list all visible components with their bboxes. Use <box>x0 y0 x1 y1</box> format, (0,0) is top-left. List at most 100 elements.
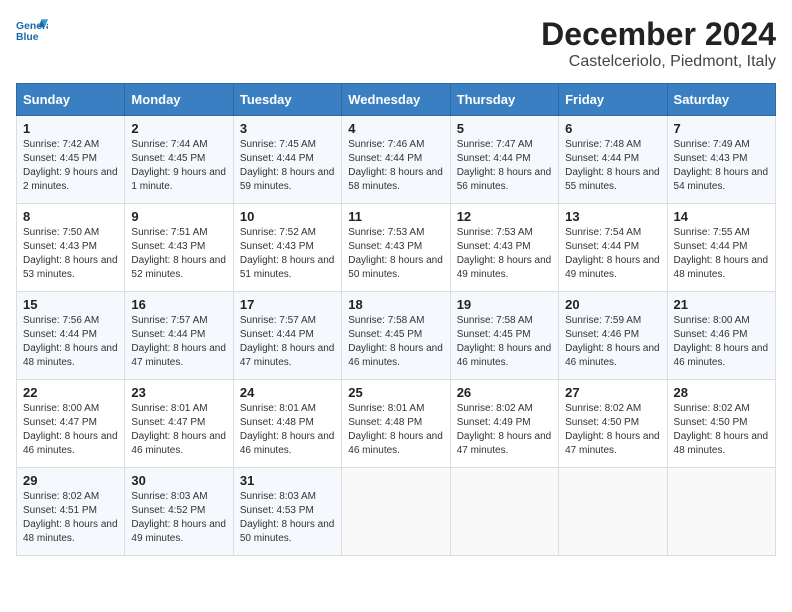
day-number: 5 <box>457 121 552 136</box>
day-cell: 21Sunrise: 8:00 AMSunset: 4:46 PMDayligh… <box>667 292 775 380</box>
title-area: December 2024 Castelceriolo, Piedmont, I… <box>541 16 776 71</box>
col-header-tuesday: Tuesday <box>233 84 341 116</box>
day-cell: 14Sunrise: 7:55 AMSunset: 4:44 PMDayligh… <box>667 204 775 292</box>
day-number: 6 <box>565 121 660 136</box>
day-number: 27 <box>565 385 660 400</box>
day-info: Sunrise: 7:42 AMSunset: 4:45 PMDaylight:… <box>23 138 118 194</box>
day-number: 31 <box>240 473 335 488</box>
day-info: Sunrise: 7:52 AMSunset: 4:43 PMDaylight:… <box>240 226 335 282</box>
day-number: 20 <box>565 297 660 312</box>
day-info: Sunrise: 8:00 AMSunset: 4:47 PMDaylight:… <box>23 402 118 458</box>
day-number: 21 <box>674 297 769 312</box>
col-header-sunday: Sunday <box>17 84 125 116</box>
day-number: 2 <box>131 121 226 136</box>
header: General Blue December 2024 Castelceriolo… <box>16 16 776 71</box>
day-info: Sunrise: 7:44 AMSunset: 4:45 PMDaylight:… <box>131 138 226 194</box>
day-number: 4 <box>348 121 443 136</box>
day-number: 7 <box>674 121 769 136</box>
day-number: 22 <box>23 385 118 400</box>
day-cell: 13 Sunrise: 7:54 AMSunset: 4:44 PMDayligh… <box>559 204 667 292</box>
day-info: Sunrise: 7:53 AMSunset: 4:43 PMDaylight:… <box>348 226 443 282</box>
header-row: SundayMondayTuesdayWednesdayThursdayFrid… <box>17 84 776 116</box>
day-cell: 2 Sunrise: 7:44 AMSunset: 4:45 PMDaylight… <box>125 116 233 204</box>
day-cell: 25 Sunrise: 8:01 AMSunset: 4:48 PMDayligh… <box>342 380 450 468</box>
day-info: Sunrise: 7:48 AMSunset: 4:44 PMDaylight:… <box>565 138 660 194</box>
day-cell <box>342 468 450 556</box>
day-cell: 18Sunrise: 7:58 AMSunset: 4:45 PMDayligh… <box>342 292 450 380</box>
day-info: Sunrise: 7:55 AMSunset: 4:44 PMDaylight:… <box>674 226 769 282</box>
day-number: 8 <box>23 209 118 224</box>
day-cell: 23 Sunrise: 8:01 AMSunset: 4:47 PMDayligh… <box>125 380 233 468</box>
day-info: Sunrise: 7:47 AMSunset: 4:44 PMDaylight:… <box>457 138 552 194</box>
day-cell: 9Sunrise: 7:51 AMSunset: 4:43 PMDaylight… <box>125 204 233 292</box>
day-number: 18 <box>348 297 443 312</box>
day-cell: 12 Sunrise: 7:53 AMSunset: 4:43 PMDayligh… <box>450 204 558 292</box>
day-cell: 10Sunrise: 7:52 AMSunset: 4:43 PMDayligh… <box>233 204 341 292</box>
day-cell: 19 Sunrise: 7:58 AMSunset: 4:45 PMDayligh… <box>450 292 558 380</box>
day-number: 9 <box>131 209 226 224</box>
day-cell: 28 Sunrise: 8:02 AMSunset: 4:50 PMDayligh… <box>667 380 775 468</box>
day-cell: 1Sunrise: 7:42 AMSunset: 4:45 PMDaylight… <box>17 116 125 204</box>
day-number: 28 <box>674 385 769 400</box>
week-row-5: 29 Sunrise: 8:02 AMSunset: 4:51 PMDayligh… <box>17 468 776 556</box>
day-cell: 22 Sunrise: 8:00 AMSunset: 4:47 PMDayligh… <box>17 380 125 468</box>
col-header-saturday: Saturday <box>667 84 775 116</box>
day-cell: 11 Sunrise: 7:53 AMSunset: 4:43 PMDayligh… <box>342 204 450 292</box>
calendar-table: SundayMondayTuesdayWednesdayThursdayFrid… <box>16 83 776 556</box>
day-info: Sunrise: 8:02 AMSunset: 4:49 PMDaylight:… <box>457 402 552 458</box>
day-number: 24 <box>240 385 335 400</box>
location-title: Castelceriolo, Piedmont, Italy <box>541 53 776 71</box>
day-number: 11 <box>348 209 443 224</box>
logo-icon: General Blue <box>16 16 48 48</box>
day-info: Sunrise: 8:01 AMSunset: 4:47 PMDaylight:… <box>131 402 226 458</box>
day-cell: 7 Sunrise: 7:49 AMSunset: 4:43 PMDaylight… <box>667 116 775 204</box>
day-info: Sunrise: 8:02 AMSunset: 4:51 PMDaylight:… <box>23 490 118 546</box>
week-row-4: 22 Sunrise: 8:00 AMSunset: 4:47 PMDayligh… <box>17 380 776 468</box>
day-number: 26 <box>457 385 552 400</box>
week-row-1: 1Sunrise: 7:42 AMSunset: 4:45 PMDaylight… <box>17 116 776 204</box>
day-info: Sunrise: 7:46 AMSunset: 4:44 PMDaylight:… <box>348 138 443 194</box>
day-cell: 24Sunrise: 8:01 AMSunset: 4:48 PMDayligh… <box>233 380 341 468</box>
col-header-monday: Monday <box>125 84 233 116</box>
day-info: Sunrise: 8:01 AMSunset: 4:48 PMDaylight:… <box>348 402 443 458</box>
day-number: 16 <box>131 297 226 312</box>
day-number: 29 <box>23 473 118 488</box>
day-cell: 30 Sunrise: 8:03 AMSunset: 4:52 PMDayligh… <box>125 468 233 556</box>
month-title: December 2024 <box>541 16 776 53</box>
logo: General Blue <box>16 16 48 48</box>
day-number: 13 <box>565 209 660 224</box>
day-info: Sunrise: 8:03 AMSunset: 4:52 PMDaylight:… <box>131 490 226 546</box>
day-number: 19 <box>457 297 552 312</box>
col-header-wednesday: Wednesday <box>342 84 450 116</box>
svg-text:Blue: Blue <box>16 32 39 43</box>
day-info: Sunrise: 7:57 AMSunset: 4:44 PMDaylight:… <box>240 314 335 370</box>
day-cell: 6 Sunrise: 7:48 AMSunset: 4:44 PMDaylight… <box>559 116 667 204</box>
day-number: 3 <box>240 121 335 136</box>
week-row-3: 15 Sunrise: 7:56 AMSunset: 4:44 PMDayligh… <box>17 292 776 380</box>
day-number: 25 <box>348 385 443 400</box>
day-info: Sunrise: 8:02 AMSunset: 4:50 PMDaylight:… <box>674 402 769 458</box>
day-info: Sunrise: 7:49 AMSunset: 4:43 PMDaylight:… <box>674 138 769 194</box>
day-info: Sunrise: 8:03 AMSunset: 4:53 PMDaylight:… <box>240 490 335 546</box>
day-number: 15 <box>23 297 118 312</box>
day-cell: 4 Sunrise: 7:46 AMSunset: 4:44 PMDaylight… <box>342 116 450 204</box>
day-cell: 17 Sunrise: 7:57 AMSunset: 4:44 PMDayligh… <box>233 292 341 380</box>
day-cell <box>559 468 667 556</box>
day-cell: 3 Sunrise: 7:45 AMSunset: 4:44 PMDaylight… <box>233 116 341 204</box>
day-number: 17 <box>240 297 335 312</box>
col-header-thursday: Thursday <box>450 84 558 116</box>
day-info: Sunrise: 7:56 AMSunset: 4:44 PMDaylight:… <box>23 314 118 370</box>
day-info: Sunrise: 8:02 AMSunset: 4:50 PMDaylight:… <box>565 402 660 458</box>
day-info: Sunrise: 7:53 AMSunset: 4:43 PMDaylight:… <box>457 226 552 282</box>
day-number: 30 <box>131 473 226 488</box>
day-cell: 26 Sunrise: 8:02 AMSunset: 4:49 PMDayligh… <box>450 380 558 468</box>
day-info: Sunrise: 7:58 AMSunset: 4:45 PMDaylight:… <box>457 314 552 370</box>
day-cell: 20Sunrise: 7:59 AMSunset: 4:46 PMDayligh… <box>559 292 667 380</box>
day-cell <box>450 468 558 556</box>
day-cell: 31 Sunrise: 8:03 AMSunset: 4:53 PMDayligh… <box>233 468 341 556</box>
day-info: Sunrise: 7:45 AMSunset: 4:44 PMDaylight:… <box>240 138 335 194</box>
day-number: 23 <box>131 385 226 400</box>
day-number: 12 <box>457 209 552 224</box>
day-info: Sunrise: 7:54 AMSunset: 4:44 PMDaylight:… <box>565 226 660 282</box>
day-cell: 29 Sunrise: 8:02 AMSunset: 4:51 PMDayligh… <box>17 468 125 556</box>
